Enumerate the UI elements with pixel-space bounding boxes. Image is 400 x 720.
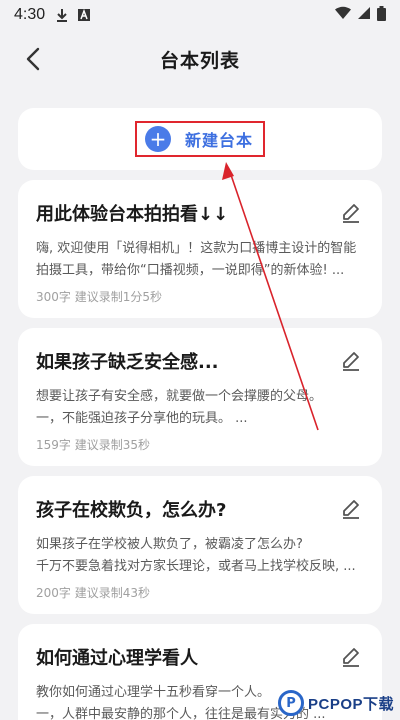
script-meta: 200字 建议录制43秒 [36, 586, 150, 600]
script-card[interactable]: 孩子在校欺负，怎么办? 如果孩子在学校被人欺负了，被霸凌了怎么办? 千万不要急着… [18, 476, 382, 614]
battery-icon [377, 5, 386, 25]
watermark: P PCPOP下载 [277, 690, 394, 716]
script-title: 如何通过心理学看人 [36, 648, 198, 669]
script-preview-line: 如果孩子在学校被人欺负了，被霸凌了怎么办? [36, 537, 303, 552]
script-title: 用此体验台本拍拍看↓↓ [36, 204, 229, 225]
plus-icon: + [144, 126, 171, 152]
new-script-button[interactable]: + 新建台本 [134, 121, 265, 157]
script-title: 孩子在校欺负，怎么办? [36, 500, 227, 521]
script-preview: 如果孩子在学校被人欺负了，被霸凌了怎么办? 千万不要急着找对方家长理论，或者马上… [36, 534, 364, 578]
watermark-text: PCPOP下载 [307, 695, 394, 713]
page-title: 台本列表 [159, 49, 240, 72]
nav-bar: 台本列表 [0, 30, 400, 88]
script-preview-line: 想要让孩子有安全感，就要做一个会撑腰的父母。 [36, 389, 323, 404]
status-bar: 4:30 [0, 0, 400, 30]
script-preview-line: 拍摄工具，带给你“口播视频，一说即得”的新体验! ... [36, 263, 345, 278]
edit-icon[interactable] [338, 200, 364, 226]
script-preview: 想要让孩子有安全感，就要做一个会撑腰的父母。 一，不能强迫孩子分享他的玩具。 .… [36, 386, 364, 430]
script-title: 如果孩子缺乏安全感... [36, 352, 219, 373]
script-preview-line: 一，不能强迫孩子分享他的玩具。 ... [36, 411, 248, 426]
back-button[interactable] [18, 44, 48, 74]
watermark-logo: P [277, 690, 304, 716]
signal-icon [357, 6, 371, 24]
script-meta: 159字 建议录制35秒 [36, 438, 150, 452]
script-meta: 300字 建议录制1分5秒 [36, 290, 162, 304]
script-preview-line: 嗨, 欢迎使用「说得相机」！这款为口播博主设计的智能 [36, 241, 357, 256]
new-script-card: + 新建台本 [18, 108, 382, 170]
new-script-label: 新建台本 [184, 131, 253, 150]
script-preview: 嗨, 欢迎使用「说得相机」！这款为口播博主设计的智能 拍摄工具，带给你“口播视频… [36, 238, 364, 282]
edit-icon[interactable] [338, 496, 364, 522]
download-icon [55, 8, 69, 22]
a-badge-icon [77, 8, 91, 22]
script-card[interactable]: 如果孩子缺乏安全感... 想要让孩子有安全感，就要做一个会撑腰的父母。 一，不能… [18, 328, 382, 466]
script-card[interactable]: 用此体验台本拍拍看↓↓ 嗨, 欢迎使用「说得相机」！这款为口播博主设计的智能 拍… [18, 180, 382, 318]
chevron-left-icon [26, 47, 40, 71]
edit-icon[interactable] [338, 644, 364, 670]
status-right [335, 5, 386, 25]
edit-icon[interactable] [338, 348, 364, 374]
wifi-icon [335, 6, 351, 24]
script-preview-line: 千万不要急着找对方家长理论，或者马上找学校反映, ... [36, 559, 356, 574]
status-time: 4:30 [14, 6, 46, 23]
